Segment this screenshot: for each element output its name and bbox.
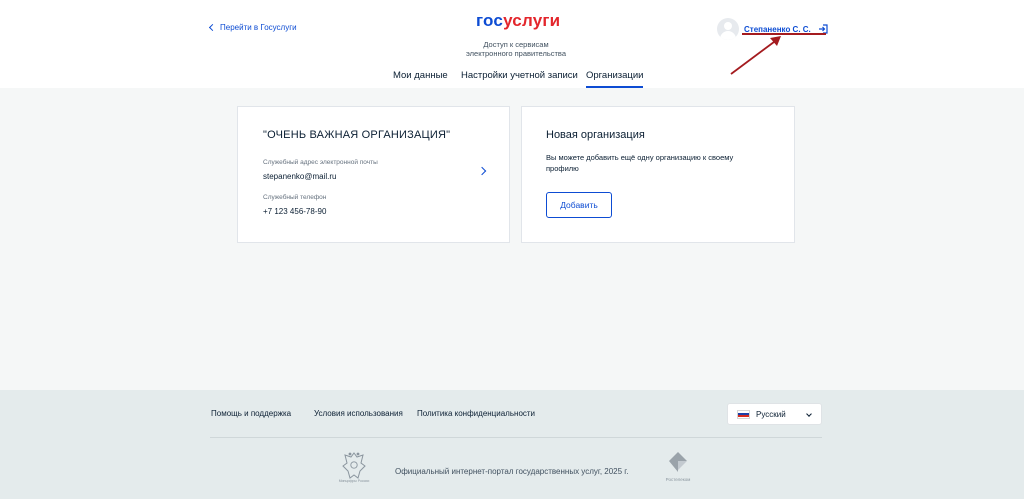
emblem-caption: Минцифры России [338, 479, 370, 483]
back-link-label: Перейти в Госуслуги [220, 23, 297, 32]
new-organization-description: Вы можете добавить ещё одну организацию … [546, 153, 734, 173]
organization-title: "ОЧЕНЬ ВАЖНАЯ ОРГАНИЗАЦИЯ" [263, 129, 451, 141]
phone-label: Служебный телефон [263, 194, 327, 201]
footer-link-privacy[interactable]: Политика конфиденциальности [417, 409, 535, 418]
chevron-down-icon [806, 411, 812, 417]
add-organization-button[interactable]: Добавить [546, 192, 612, 218]
footer-link-terms[interactable]: Условия использования [314, 409, 403, 418]
new-organization-title: Новая организация [546, 129, 645, 141]
tab-account-settings[interactable]: Настройки учетной записи [461, 70, 578, 88]
header: Перейти в Госуслуги госуслуги Доступ к с… [0, 0, 1024, 88]
chevron-left-icon [208, 23, 217, 32]
language-select[interactable]: Русский [727, 403, 822, 425]
logo-part-1: гос [476, 11, 504, 30]
phone-value: +7 123 456-78-90 [263, 207, 327, 216]
footer-link-help[interactable]: Помощь и поддержка [211, 409, 291, 418]
logo-part-2: услуги [503, 11, 561, 30]
tab-organizations[interactable]: Организации [586, 70, 644, 88]
language-label: Русский [756, 409, 786, 419]
chevron-right-icon[interactable] [477, 166, 487, 176]
account-tabs: Мои данные Настройки учетной записи Орга… [0, 70, 1024, 88]
back-to-gosuslugi-link[interactable]: Перейти в Госуслуги [208, 23, 297, 32]
new-organization-card: Новая организация Вы можете добавить ещё… [521, 106, 795, 243]
tab-my-data[interactable]: Мои данные [393, 70, 448, 88]
gosuslugi-logo[interactable]: госуслуги [476, 11, 560, 31]
email-label: Служебный адрес электронной почты [263, 159, 378, 166]
copyright-text: Официальный интернет-портал государствен… [395, 467, 629, 476]
emblem-icon [342, 452, 366, 479]
logo-subtitle-line-1: Доступ к сервисам [483, 40, 549, 49]
rostelecom-caption: Ростелеком [665, 477, 691, 482]
rostelecom-icon [669, 452, 687, 472]
footer: Помощь и поддержка Условия использования… [0, 390, 1024, 499]
logo-subtitle-line-2: электронного правительства [465, 49, 567, 58]
logo-subtitle: Доступ к сервисам электронного правитель… [448, 40, 584, 58]
email-value: stepanenko@mail.ru [263, 172, 337, 181]
flag-icon [737, 409, 750, 419]
footer-divider [210, 437, 822, 438]
organization-card[interactable]: "ОЧЕНЬ ВАЖНАЯ ОРГАНИЗАЦИЯ" Служебный адр… [237, 106, 510, 243]
